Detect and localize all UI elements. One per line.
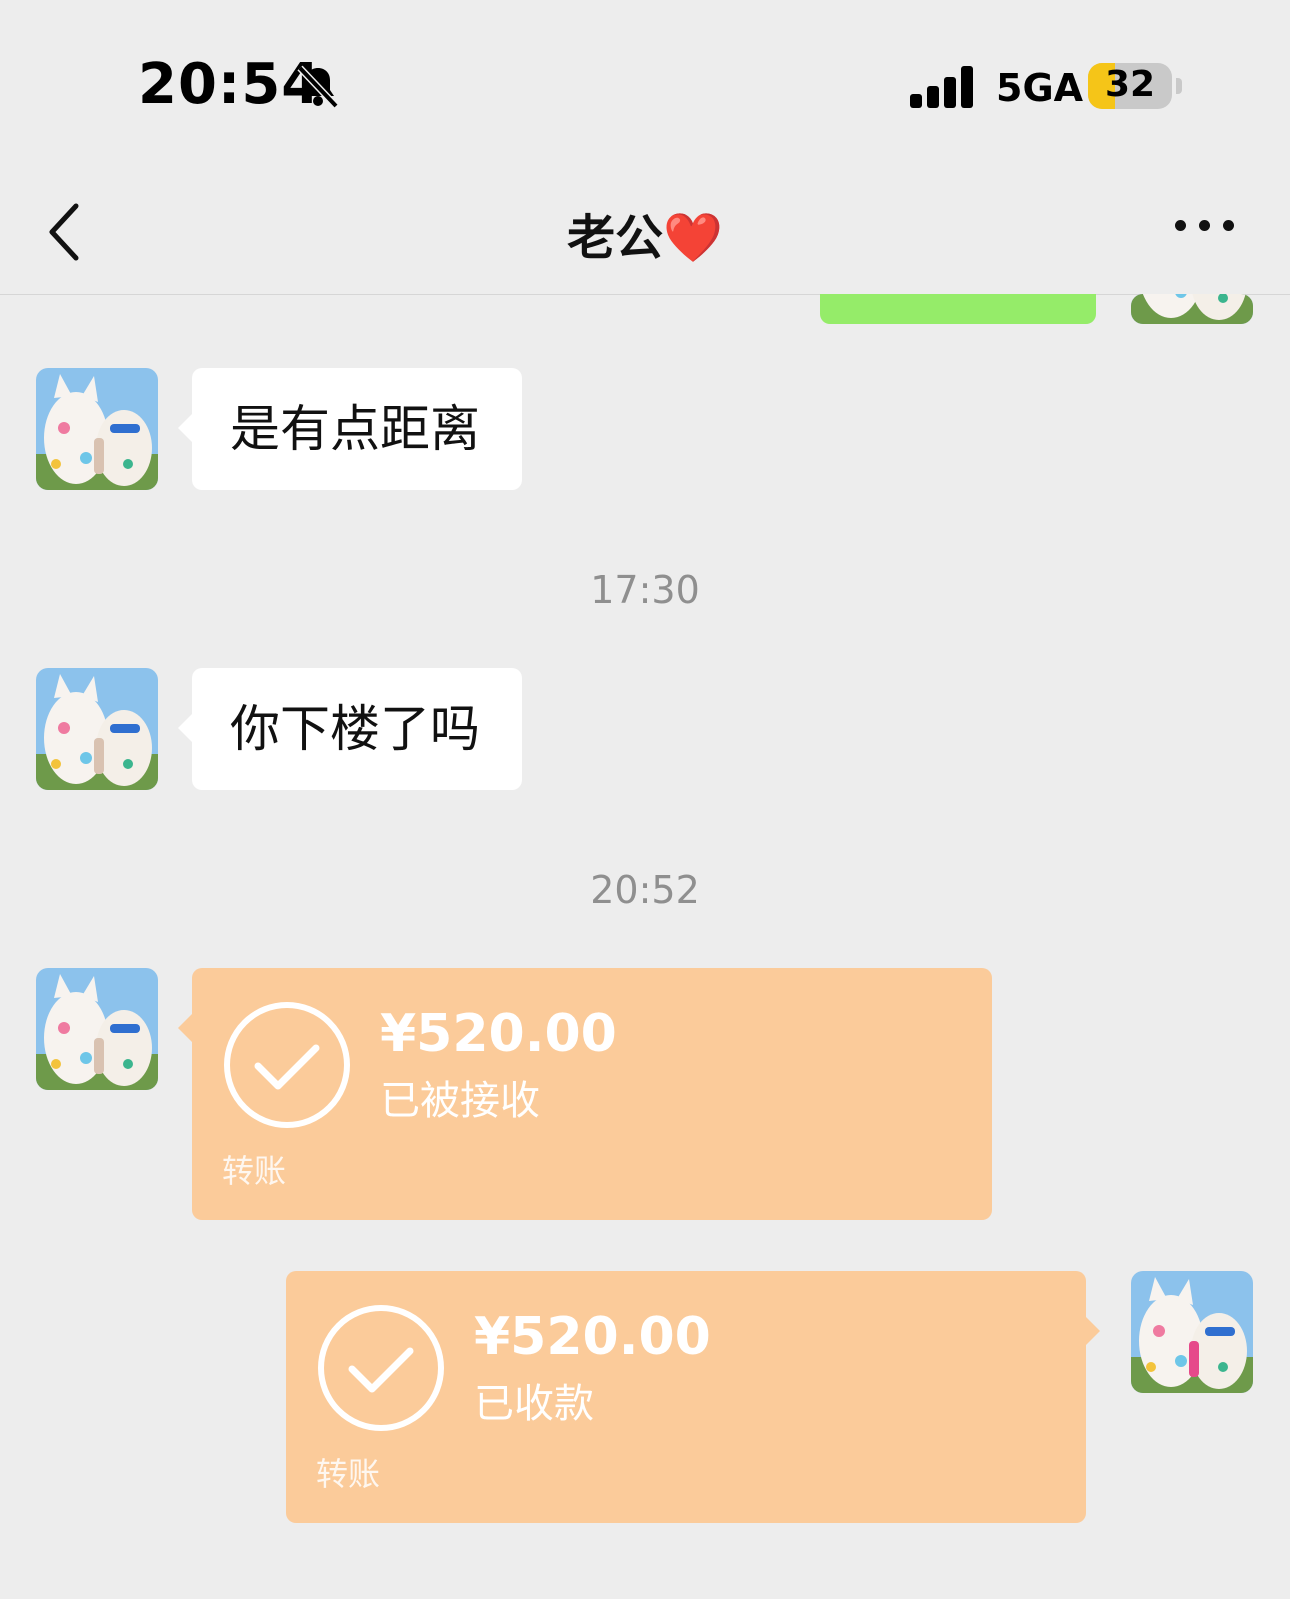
battery-level: 32 — [1104, 64, 1156, 105]
contact-avatar[interactable] — [36, 668, 158, 790]
signal-icon — [910, 64, 980, 108]
message-text: 你下楼了吗 — [230, 700, 480, 758]
previous-outgoing-bubble[interactable] — [820, 294, 1096, 324]
battery-icon: 32 — [1088, 63, 1172, 109]
transfer-status: 已被接收 — [380, 1078, 540, 1124]
transfer-amount: ¥520.00 — [380, 1004, 617, 1064]
heart-emoji: ❤️ — [663, 210, 723, 266]
contact-avatar[interactable] — [36, 368, 158, 490]
contact-name: 老公 — [567, 210, 664, 266]
chat-title: 老公❤️ — [0, 198, 1290, 268]
transfer-label: 转账 — [316, 1455, 381, 1493]
message-text: 是有点距离 — [230, 400, 480, 458]
transfer-card-collected[interactable]: ¥520.00 已收款 转账 — [286, 1271, 1100, 1523]
incoming-message[interactable]: 你下楼了吗 — [178, 668, 522, 790]
bell-slash-icon — [297, 65, 339, 109]
self-avatar[interactable] — [1131, 294, 1253, 324]
incoming-message[interactable]: 是有点距离 — [178, 368, 522, 490]
chat-header: 老公❤️ — [0, 170, 1290, 295]
network-type: 5GA — [996, 66, 1084, 110]
self-avatar[interactable] — [1131, 1271, 1253, 1393]
transfer-status: 已收款 — [474, 1381, 594, 1427]
contact-avatar[interactable] — [36, 968, 158, 1090]
transfer-card-received[interactable]: ¥520.00 已被接收 转账 — [178, 968, 992, 1220]
status-bar: 20:54 5GA 32 — [0, 0, 1290, 170]
check-circle-icon — [224, 1002, 350, 1128]
more-icon[interactable] — [1175, 214, 1235, 234]
transfer-amount: ¥520.00 — [474, 1307, 711, 1367]
timestamp: 17:30 — [590, 568, 700, 612]
battery-tip — [1176, 78, 1182, 94]
transfer-label: 转账 — [222, 1152, 287, 1190]
timestamp: 20:52 — [590, 868, 700, 912]
check-circle-icon — [318, 1305, 444, 1431]
